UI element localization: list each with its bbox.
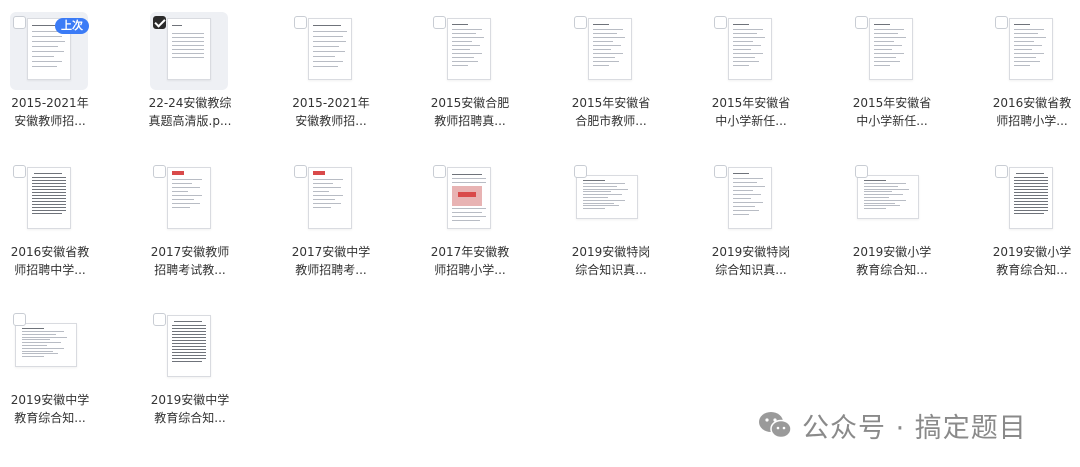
file-name[interactable]: 2019安徽小学 教育综合知...	[847, 243, 937, 279]
document-thumbnail[interactable]	[15, 323, 77, 367]
document-thumbnail[interactable]	[27, 167, 71, 229]
file-name[interactable]: 2019安徽中学 教育综合知...	[145, 391, 235, 427]
document-thumbnail[interactable]	[447, 167, 491, 229]
select-checkbox[interactable]	[574, 16, 587, 29]
file-name[interactable]: 2016安徽省教 师招聘中学...	[5, 243, 95, 279]
file-name[interactable]: 2019安徽中学 教育综合知...	[5, 391, 95, 427]
select-checkbox[interactable]	[995, 16, 1008, 29]
select-checkbox[interactable]	[153, 165, 166, 178]
file-name[interactable]: 2019安徽特岗 综合知识真...	[566, 243, 656, 279]
document-thumbnail[interactable]	[1009, 167, 1053, 229]
file-item[interactable]: 2019安徽小学 教育综合知...	[987, 155, 1080, 305]
select-checkbox[interactable]	[855, 165, 868, 178]
wechat-icon	[759, 412, 792, 439]
file-item[interactable]: 2019安徽中学 教育综合知...	[145, 303, 285, 453]
file-name[interactable]: 2017安徽教师 招聘考试教...	[145, 243, 235, 279]
file-item[interactable]: 2016安徽省教 师招聘小学...	[987, 6, 1080, 156]
file-name[interactable]: 22-24安徽教综 真题高清版.p...	[145, 94, 235, 130]
select-checkbox[interactable]	[13, 313, 26, 326]
select-checkbox[interactable]	[714, 16, 727, 29]
document-thumbnail[interactable]	[576, 175, 638, 219]
document-thumbnail[interactable]	[728, 18, 772, 80]
select-checkbox[interactable]	[855, 16, 868, 29]
select-checkbox[interactable]	[13, 16, 26, 29]
file-name[interactable]: 2019安徽小学 教育综合知...	[987, 243, 1077, 279]
select-checkbox[interactable]	[294, 165, 307, 178]
file-name[interactable]: 2016安徽省教 师招聘小学...	[987, 94, 1077, 130]
select-checkbox[interactable]	[995, 165, 1008, 178]
select-checkbox[interactable]	[153, 313, 166, 326]
document-thumbnail[interactable]	[728, 167, 772, 229]
file-name[interactable]: 2015年安徽省 合肥市教师...	[566, 94, 656, 130]
document-thumbnail[interactable]	[308, 18, 352, 80]
watermark: 公众号 · 搞定题目	[758, 408, 1027, 444]
select-checkbox[interactable]	[153, 16, 166, 29]
file-item[interactable]: 2017年安徽教 师招聘小学...	[425, 155, 565, 305]
file-item[interactable]: 22-24安徽教综 真题高清版.p...	[145, 6, 285, 156]
document-thumbnail[interactable]	[308, 167, 352, 229]
file-name[interactable]: 2015-2021年 安徽教师招...	[5, 94, 95, 130]
file-name[interactable]: 2015-2021年 安徽教师招...	[286, 94, 376, 130]
watermark-text: 公众号 · 搞定题目	[802, 412, 1027, 444]
select-checkbox[interactable]	[294, 16, 307, 29]
file-grid: 上次 2015-2021年 安徽教师招... 22-24安徽教综 真题高清版.p..…	[0, 0, 1080, 467]
document-thumbnail[interactable]	[588, 18, 632, 80]
file-item[interactable]: 2015年安徽省 中小学新任...	[706, 6, 846, 156]
select-checkbox[interactable]	[433, 165, 446, 178]
file-name[interactable]: 2017安徽中学 教师招聘考...	[286, 243, 376, 279]
document-thumbnail[interactable]	[1009, 18, 1053, 80]
document-thumbnail[interactable]	[167, 167, 211, 229]
file-item[interactable]: 2015年安徽省 合肥市教师...	[566, 6, 706, 156]
file-name[interactable]: 2015年安徽省 中小学新任...	[706, 94, 796, 130]
file-item[interactable]: 2016安徽省教 师招聘中学...	[5, 155, 145, 305]
document-thumbnail[interactable]	[869, 18, 913, 80]
file-name[interactable]: 2015年安徽省 中小学新任...	[847, 94, 937, 130]
file-item[interactable]: 2019安徽小学 教育综合知...	[847, 155, 987, 305]
file-item[interactable]: 2019安徽特岗 综合知识真...	[706, 155, 846, 305]
file-item[interactable]: 2015年安徽省 中小学新任...	[847, 6, 987, 156]
file-item[interactable]: 2019安徽中学 教育综合知...	[5, 303, 145, 453]
file-item[interactable]: 2015-2021年 安徽教师招...	[286, 6, 426, 156]
file-item[interactable]: 2015安徽合肥 教师招聘真...	[425, 6, 565, 156]
document-thumbnail[interactable]	[857, 175, 919, 219]
document-thumbnail[interactable]	[167, 18, 211, 80]
file-item[interactable]: 2019安徽特岗 综合知识真...	[566, 155, 706, 305]
select-checkbox[interactable]	[574, 165, 587, 178]
file-item[interactable]: 上次 2015-2021年 安徽教师招...	[5, 6, 145, 156]
file-item[interactable]: 2017安徽教师 招聘考试教...	[145, 155, 285, 305]
document-thumbnail[interactable]	[447, 18, 491, 80]
file-name[interactable]: 2017年安徽教 师招聘小学...	[425, 243, 515, 279]
recent-badge: 上次	[55, 18, 89, 34]
file-name[interactable]: 2019安徽特岗 综合知识真...	[706, 243, 796, 279]
select-checkbox[interactable]	[433, 16, 446, 29]
file-item[interactable]: 2017安徽中学 教师招聘考...	[286, 155, 426, 305]
document-thumbnail[interactable]	[167, 315, 211, 377]
file-name[interactable]: 2015安徽合肥 教师招聘真...	[425, 94, 515, 130]
select-checkbox[interactable]	[714, 165, 727, 178]
select-checkbox[interactable]	[13, 165, 26, 178]
